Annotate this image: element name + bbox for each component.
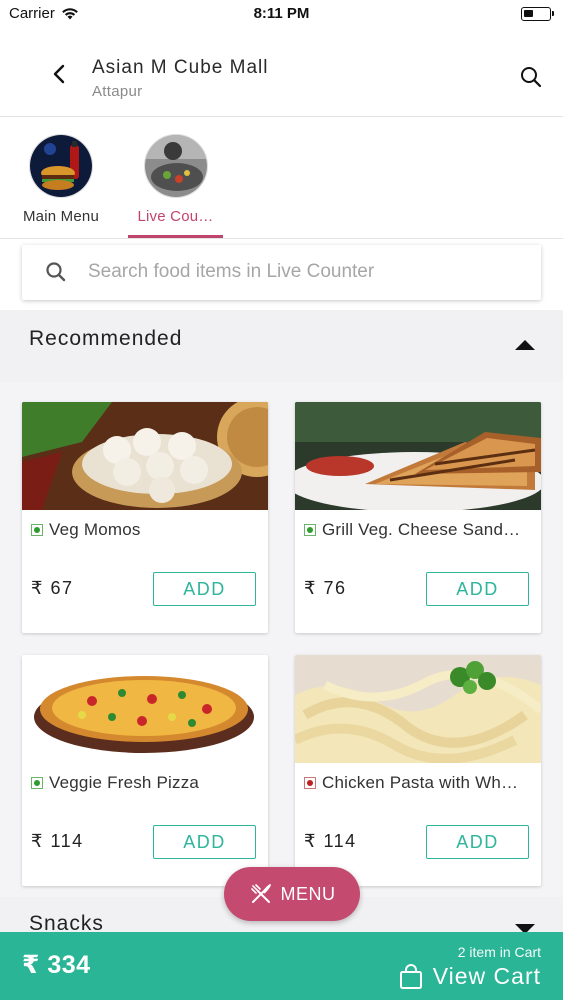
item-photo bbox=[295, 402, 541, 510]
menu-fab-button[interactable]: MENU bbox=[224, 867, 360, 921]
active-tab-indicator bbox=[128, 235, 223, 238]
menu-item-card[interactable]: Veg Momos ₹ 67 ADD bbox=[22, 402, 268, 633]
view-cart-button[interactable]: View Cart bbox=[399, 963, 541, 990]
menu-fab-label: MENU bbox=[280, 883, 336, 904]
add-button[interactable]: ADD bbox=[426, 572, 529, 606]
cart-total: ₹ 334 bbox=[22, 951, 91, 979]
add-button[interactable]: ADD bbox=[426, 825, 529, 859]
cart-bar[interactable]: ₹ 334 2 item in Cart View Cart bbox=[0, 932, 563, 1000]
header: Asian M Cube Mall Attapur bbox=[0, 30, 563, 117]
search-icon[interactable] bbox=[519, 65, 543, 89]
restaurant-info: Asian M Cube Mall Attapur bbox=[92, 57, 268, 100]
collapse-caret-icon bbox=[515, 340, 535, 350]
view-cart-label: View Cart bbox=[432, 963, 541, 989]
restaurant-location: Attapur bbox=[92, 83, 143, 100]
item-photo bbox=[295, 655, 541, 763]
item-name: Chicken Pasta with Wh… bbox=[322, 773, 519, 792]
live-counter-thumbnail bbox=[143, 134, 208, 198]
shopping-bag-icon bbox=[399, 963, 422, 989]
status-bar: Carrier 8:11 PM bbox=[0, 0, 563, 30]
fork-knife-icon bbox=[250, 884, 271, 903]
add-button[interactable]: ADD bbox=[153, 572, 256, 606]
item-price: ₹ 114 bbox=[31, 831, 84, 851]
menu-item-card[interactable]: Veggie Fresh Pizza ₹ 114 ADD bbox=[22, 655, 268, 886]
search-bar[interactable] bbox=[22, 245, 541, 300]
veg-indicator-icon bbox=[31, 777, 43, 789]
menu-item-card[interactable]: Chicken Pasta with Wh… ₹ 114 ADD bbox=[295, 655, 541, 886]
search-input[interactable] bbox=[88, 255, 528, 289]
item-photo bbox=[22, 655, 268, 763]
item-name: Grill Veg. Cheese Sand… bbox=[322, 520, 521, 539]
tab-live-counter-label: Live Cou… bbox=[137, 208, 214, 225]
main-menu-thumbnail bbox=[29, 134, 93, 198]
search-icon bbox=[46, 262, 66, 282]
tab-main-menu[interactable]: Main Menu bbox=[19, 134, 103, 225]
back-arrow-icon[interactable] bbox=[48, 62, 72, 86]
item-price: ₹ 76 bbox=[304, 578, 347, 598]
menu-item-card[interactable]: Grill Veg. Cheese Sand… ₹ 76 ADD bbox=[295, 402, 541, 633]
items-grid: Veg Momos ₹ 67 ADD Grill Veg. Cheese San… bbox=[0, 382, 563, 902]
veg-indicator-icon bbox=[304, 524, 316, 536]
tab-main-menu-label: Main Menu bbox=[22, 208, 99, 225]
battery-icon bbox=[521, 7, 554, 21]
add-button[interactable]: ADD bbox=[153, 825, 256, 859]
item-name: Veggie Fresh Pizza bbox=[49, 773, 200, 792]
clock: 8:11 PM bbox=[253, 5, 310, 22]
nonveg-indicator-icon bbox=[304, 777, 316, 789]
item-photo bbox=[22, 402, 268, 510]
menu-tabs: Main Menu Live Cou… bbox=[0, 118, 563, 239]
section-title: Recommended bbox=[29, 327, 183, 350]
restaurant-title: Asian M Cube Mall bbox=[92, 57, 269, 78]
item-price: ₹ 67 bbox=[31, 578, 74, 598]
item-price: ₹ 114 bbox=[304, 831, 357, 851]
cart-item-count: 2 item in Cart bbox=[457, 944, 541, 960]
section-header-recommended[interactable]: Recommended bbox=[0, 310, 563, 382]
item-name: Veg Momos bbox=[49, 520, 141, 539]
tab-live-counter[interactable]: Live Cou… bbox=[128, 134, 223, 225]
veg-indicator-icon bbox=[31, 524, 43, 536]
